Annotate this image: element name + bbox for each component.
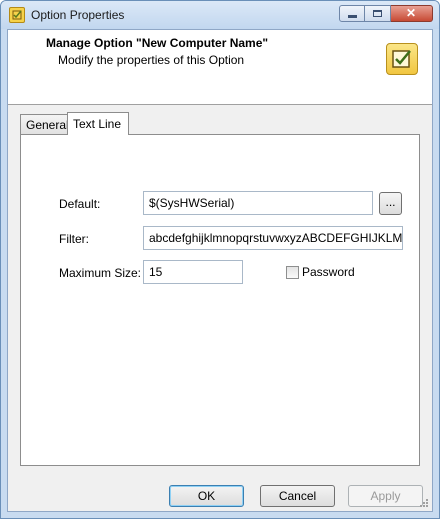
close-icon: ✕ [405, 6, 417, 20]
filter-field[interactable]: abcdefghijklmnopqrstuvwxyzABCDEFGHIJKLMN… [143, 226, 403, 250]
default-field[interactable]: $(SysHWSerial) [143, 191, 373, 215]
title-bar[interactable]: Option Properties ✕ [1, 1, 439, 29]
window-title: Option Properties [31, 8, 125, 22]
max-size-field[interactable]: 15 [143, 260, 243, 284]
ok-button[interactable]: OK [169, 485, 244, 507]
minimize-button[interactable] [339, 5, 365, 22]
filter-label: Filter: [59, 232, 89, 246]
option-properties-icon [9, 7, 25, 23]
password-checkbox[interactable] [286, 266, 299, 279]
maximize-button[interactable] [365, 5, 391, 22]
close-button[interactable]: ✕ [391, 5, 433, 22]
apply-button[interactable]: Apply [348, 485, 423, 507]
default-label: Default: [59, 197, 101, 211]
resize-grip-icon[interactable] [419, 498, 429, 508]
window-controls: ✕ [339, 5, 433, 23]
tab-text-line[interactable]: Text Line [67, 112, 129, 135]
dialog-body: Manage Option "New Computer Name" Modify… [7, 29, 433, 512]
dialog-header: Manage Option "New Computer Name" Modify… [8, 30, 432, 105]
max-size-label: Maximum Size: [59, 266, 142, 280]
header-title: Manage Option "New Computer Name" [46, 36, 269, 50]
tab-general[interactable]: General [20, 114, 69, 134]
minimize-icon [348, 15, 357, 18]
dialog-window: Option Properties ✕ Manage Option "New C… [0, 0, 440, 519]
checklist-icon [386, 43, 418, 75]
cancel-button[interactable]: Cancel [260, 485, 335, 507]
browse-button[interactable]: ... [379, 192, 402, 215]
maximize-icon [373, 10, 382, 17]
password-label[interactable]: Password [302, 265, 355, 279]
tab-panel-text-line: Default: $(SysHWSerial) ... Filter: abcd… [20, 134, 420, 466]
header-subtitle: Modify the properties of this Option [58, 53, 245, 67]
